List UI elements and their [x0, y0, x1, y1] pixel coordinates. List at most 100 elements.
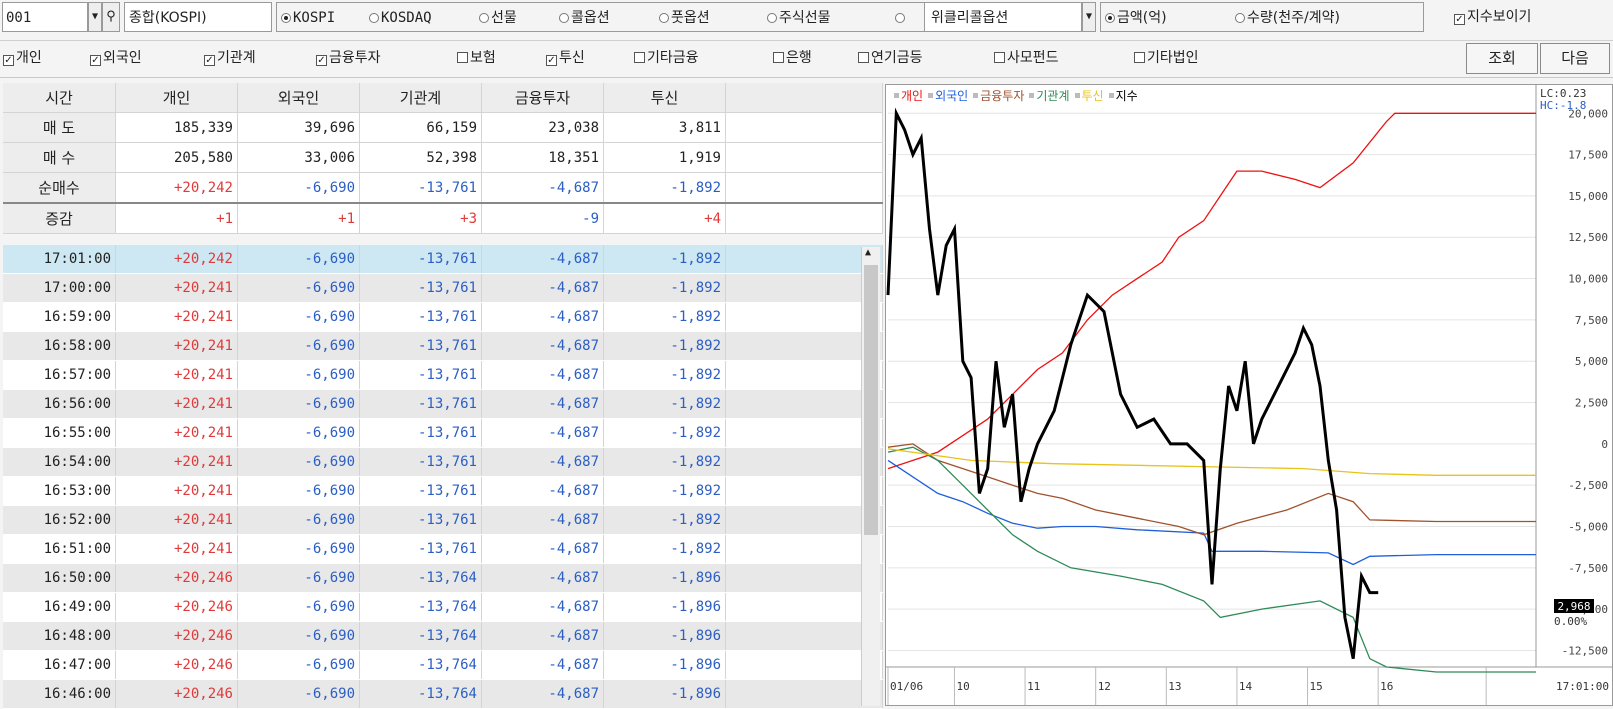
filter-investment-trust[interactable]: ✓ 투신: [546, 43, 585, 73]
radio-put-option[interactable]: 풋옵션: [659, 3, 710, 33]
radio-call-option[interactable]: 콜옵션: [559, 3, 610, 33]
x-tick-label: 11: [1027, 680, 1040, 693]
table-row[interactable]: 16:48:00 +20,246 -6,690 -13,764 -4,687 -1,896: [3, 621, 883, 651]
table-row[interactable]: 16:55:00 +20,241 -6,690 -13,761 -4,687 -1,892: [3, 418, 883, 448]
filter-pension[interactable]: 연기금등: [858, 43, 923, 73]
scrollbar-thumb[interactable]: [864, 265, 878, 535]
cell: +20,242: [115, 172, 238, 204]
table-row[interactable]: 16:56:00 +20,241 -6,690 -13,761 -4,687 -1,892: [3, 389, 883, 419]
table-row[interactable]: 17:01:00 +20,242 -6,690 -13,761 -4,687 -1,892: [3, 245, 883, 274]
radio-amount[interactable]: 금액(억): [1105, 3, 1167, 33]
radio-futures[interactable]: 선물: [479, 3, 517, 33]
cell-empty: [725, 476, 883, 506]
filter-individual[interactable]: ✓ 개인: [3, 43, 42, 73]
y-tick-label: 0: [1601, 438, 1608, 451]
x-tick-label: 15: [1310, 680, 1323, 693]
cell: +4: [603, 202, 726, 234]
value-cell: -6,690: [237, 245, 360, 274]
checkbox-unchecked-icon: [773, 52, 784, 63]
y-tick-label: 2,500: [1575, 397, 1608, 410]
table-row[interactable]: 17:00:00 +20,241 -6,690 -13,761 -4,687 -1,892: [3, 273, 883, 303]
value-cell: +20,241: [115, 302, 238, 332]
value-cell: -1,892: [603, 389, 726, 419]
value-cell: -1,892: [603, 331, 726, 361]
value-cell: -13,761: [359, 360, 482, 390]
x-tick-label: 10: [956, 680, 969, 693]
time-cell: 16:50:00: [3, 563, 116, 593]
filter-foreign[interactable]: ✓ 외국인: [90, 43, 142, 73]
row-label: 순매수: [3, 172, 116, 204]
cell: 3,811: [603, 112, 726, 143]
radio-weekly-option[interactable]: [895, 3, 907, 33]
table-row[interactable]: 16:57:00 +20,241 -6,690 -13,761 -4,687 -1,892: [3, 360, 883, 390]
time-cell: 16:55:00: [3, 418, 116, 448]
value-cell: +20,241: [115, 360, 238, 390]
filter-private-equity[interactable]: 사모펀드: [994, 43, 1059, 73]
filter-other-corp[interactable]: 기타법인: [1134, 43, 1199, 73]
scroll-up-icon[interactable]: ▲: [865, 247, 871, 258]
value-cell: -6,690: [237, 476, 360, 506]
legend-item: 금융투자: [980, 89, 1025, 103]
cell: -1,892: [603, 172, 726, 204]
radio-on-icon: [281, 13, 291, 23]
cell-empty: [725, 621, 883, 651]
table-row[interactable]: 16:59:00 +20,241 -6,690 -13,761 -4,687 -1,892: [3, 302, 883, 332]
filter-institution[interactable]: ✓ 기관계: [204, 43, 256, 73]
value-cell: +20,246: [115, 592, 238, 622]
value-cell: -6,690: [237, 592, 360, 622]
y-tick-label: -2,500: [1568, 479, 1608, 492]
time-cell: 16:54:00: [3, 447, 116, 477]
value-cell: -6,690: [237, 621, 360, 651]
checkbox-unchecked-icon: [457, 52, 468, 63]
table-row[interactable]: 16:54:00 +20,241 -6,690 -13,761 -4,687 -1,892: [3, 447, 883, 477]
index-value-label: 2,968: [1557, 600, 1590, 613]
table-row[interactable]: 16:58:00 +20,241 -6,690 -13,761 -4,687 -1,892: [3, 331, 883, 361]
detail-scrollbar[interactable]: ▲: [861, 247, 880, 706]
filter-financial-investment[interactable]: ✓ 금융투자: [316, 43, 381, 73]
time-cell: 17:00:00: [3, 273, 116, 303]
option-dropdown-arrow-icon[interactable]: ▼: [1082, 2, 1096, 32]
filter-insurance[interactable]: 보험: [457, 43, 496, 73]
value-cell: -6,690: [237, 650, 360, 680]
filter-other-finance[interactable]: 기타금융: [634, 43, 699, 73]
table-row[interactable]: 16:50:00 +20,246 -6,690 -13,764 -4,687 -1,896: [3, 563, 883, 593]
index-name-field[interactable]: 종합(KOSPI): [124, 2, 272, 32]
filter-bank[interactable]: 은행: [773, 43, 812, 73]
next-button[interactable]: 다음: [1540, 43, 1610, 74]
table-row[interactable]: 16:53:00 +20,241 -6,690 -13,761 -4,687 -1,892: [3, 476, 883, 506]
weekly-option-select[interactable]: 위클리콜옵션: [924, 2, 1082, 32]
code-dropdown-arrow-icon[interactable]: ▼: [88, 2, 102, 32]
cell: 205,580: [115, 142, 238, 173]
cell-empty: [725, 389, 883, 419]
table-row[interactable]: 16:47:00 +20,246 -6,690 -13,764 -4,687 -1,896: [3, 650, 883, 680]
radio-kosdaq[interactable]: KOSDAQ: [369, 3, 432, 33]
cell: -9: [481, 202, 604, 234]
search-icon[interactable]: ⚲: [102, 2, 120, 32]
cell-empty: [725, 302, 883, 332]
show-index-checkbox[interactable]: ✓ 지수보이기: [1454, 2, 1531, 32]
radio-stock-futures[interactable]: 주식선물: [767, 3, 831, 33]
value-cell: -13,764: [359, 592, 482, 622]
series-line-2: [887, 443, 1536, 536]
cell-empty: [725, 679, 883, 709]
row-label: 매 수: [3, 142, 116, 173]
query-button[interactable]: 조회: [1466, 43, 1538, 74]
summary-row-buy: 매 수 205,580 33,006 52,398 18,351 1,919: [3, 142, 883, 173]
value-cell: -6,690: [237, 360, 360, 390]
value-cell: -13,761: [359, 534, 482, 564]
filter-bar: ✓ 개인 ✓ 외국인 ✓ 기관계 ✓ 금융투자 보험 ✓ 투신 기타금융 은행 연기금등 …: [0, 40, 1613, 78]
table-row[interactable]: 16:52:00 +20,241 -6,690 -13,761 -4,687 -1,892: [3, 505, 883, 535]
checkbox-unchecked-icon: [1134, 52, 1145, 63]
value-cell: -13,764: [359, 621, 482, 651]
cell: +1: [115, 202, 238, 234]
cell-empty: [725, 360, 883, 390]
radio-kospi[interactable]: KOSPI: [281, 3, 335, 33]
code-input[interactable]: 001: [2, 2, 88, 32]
radio-quantity[interactable]: 수량(천주/계약): [1235, 3, 1340, 33]
table-row[interactable]: 16:49:00 +20,246 -6,690 -13,764 -4,687 -1,896: [3, 592, 883, 622]
table-row[interactable]: 16:51:00 +20,241 -6,690 -13,761 -4,687 -1,892: [3, 534, 883, 564]
value-cell: +20,242: [115, 245, 238, 274]
value-cell: -6,690: [237, 302, 360, 332]
value-cell: -13,764: [359, 679, 482, 709]
table-row[interactable]: 16:46:00 +20,246 -6,690 -13,764 -4,687 -1,896: [3, 679, 883, 709]
